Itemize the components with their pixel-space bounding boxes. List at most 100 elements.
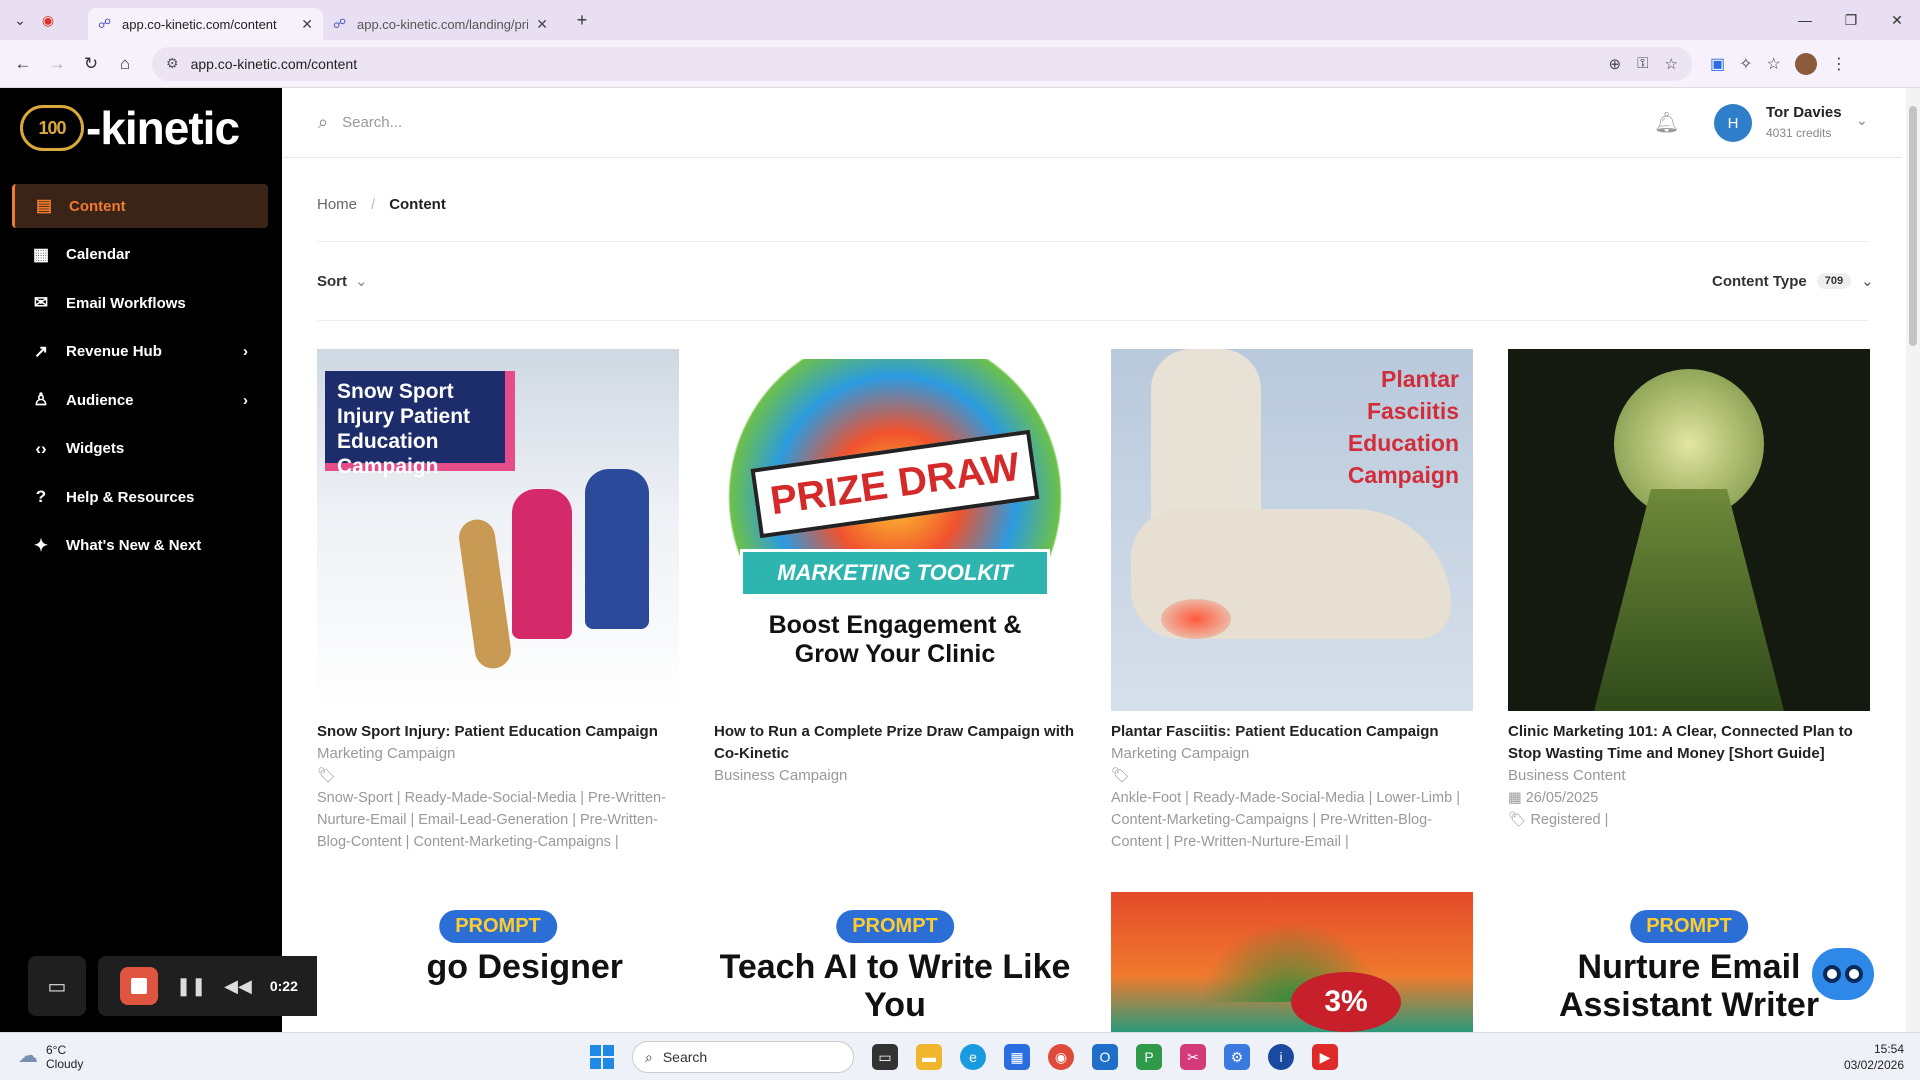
edge-icon[interactable]: e <box>960 1044 986 1070</box>
chevron-down-icon[interactable]: ⌄ <box>1856 112 1868 129</box>
bookmarks-icon[interactable]: ☆ <box>1767 54 1781 74</box>
content-card[interactable]: Plantar Fasciitis Education Campaign Pla… <box>1111 349 1473 853</box>
sidebar-item-whats-new[interactable]: ✦ What's New & Next <box>12 524 268 568</box>
breadcrumb-home[interactable]: Home <box>317 196 357 213</box>
content-card[interactable]: Snow Sport Injury Patient Education Camp… <box>317 349 679 853</box>
camera-toggle-button[interactable]: ▭ <box>28 956 86 1016</box>
browser-tab-inactive[interactable]: ☍ app.co-kinetic.com/landing/pri ✕ <box>323 8 558 40</box>
card-thumbnail[interactable]: PROMPT go Designer <box>317 892 679 1032</box>
card-date-value: 26/05/2025 <box>1525 790 1599 806</box>
system-clock[interactable]: 15:54 03/02/2026 <box>1844 1041 1904 1073</box>
card-title[interactable]: How to Run a Complete Prize Draw Campaig… <box>714 721 1076 765</box>
card-thumbnail[interactable]: 3% <box>1111 892 1473 1032</box>
chat-assistant-button[interactable] <box>1812 948 1874 1000</box>
clock-date: 03/02/2026 <box>1843 1058 1904 1072</box>
restore-icon[interactable]: ❐ <box>1828 0 1874 40</box>
task-view-icon[interactable]: ▭ <box>872 1044 898 1070</box>
user-avatar[interactable]: H <box>1714 104 1752 142</box>
outlook-icon[interactable]: O <box>1092 1044 1118 1070</box>
content-card[interactable]: PROMPT go Designer <box>317 892 679 1032</box>
puzzle-icon[interactable]: ✧ <box>1739 54 1752 74</box>
close-window-icon[interactable]: ✕ <box>1874 0 1920 40</box>
card-thumbnail[interactable] <box>1508 349 1870 711</box>
site-info-icon[interactable]: ⚙ <box>166 55 179 72</box>
search-box[interactable]: ⌕ Search... <box>318 112 402 133</box>
card-thumbnail[interactable]: Snow Sport Injury Patient Education Camp… <box>317 349 679 711</box>
sidebar-item-label: Revenue Hub <box>66 343 162 360</box>
settings-icon[interactable]: ⚙ <box>1224 1044 1250 1070</box>
sidebar-item-revenue-hub[interactable]: ↗ Revenue Hub › <box>12 330 268 374</box>
zoom-icon[interactable]: ⊕ <box>1609 55 1622 73</box>
chrome-icon[interactable]: ◉ <box>1048 1044 1074 1070</box>
pain-point-graphic <box>1161 599 1231 639</box>
card-thumbnail[interactable]: PRIZE DRAW MARKETING TOOLKIT Boost Engag… <box>714 349 1076 711</box>
content-card[interactable]: PROMPT Teach AI to Write Like You <box>714 892 1076 1032</box>
new-tab-icon[interactable]: + <box>568 6 596 34</box>
co-kinetic-logo[interactable]: 100 -kinetic <box>20 100 240 156</box>
thumbnail-title: go Designer <box>426 948 623 986</box>
reload-icon[interactable]: ↻ <box>74 47 108 81</box>
record-indicator-icon: ◉ <box>41 11 55 28</box>
percent-text: 3% <box>1324 985 1368 1018</box>
user-name[interactable]: Tor Davies <box>1766 104 1842 121</box>
content-card[interactable]: 3% <box>1111 892 1473 1032</box>
profile-avatar[interactable] <box>1794 52 1817 75</box>
card-thumbnail[interactable]: Plantar Fasciitis Education Campaign <box>1111 349 1473 711</box>
stop-recording-button[interactable] <box>120 967 158 1005</box>
sidebar-item-email-workflows[interactable]: ✉ Email Workflows <box>12 281 268 325</box>
browser-tab-active[interactable]: ☍ app.co-kinetic.com/content ✕ <box>88 8 323 40</box>
password-key-icon[interactable]: ⚿ <box>1637 55 1648 73</box>
sort-dropdown[interactable]: Sort ⌄ <box>317 272 368 291</box>
forward-icon[interactable]: → <box>40 47 74 81</box>
windows-start-icon[interactable] <box>590 1045 614 1069</box>
card-title[interactable]: Clinic Marketing 101: A Clear, Connected… <box>1508 721 1870 765</box>
file-explorer-icon[interactable]: ▬ <box>916 1044 942 1070</box>
store-icon[interactable]: ▦ <box>1004 1044 1030 1070</box>
menu-dots-icon[interactable]: ⋮ <box>1831 54 1847 74</box>
sidebar-item-audience[interactable]: ♙ Audience › <box>12 378 268 422</box>
search-input[interactable]: Search... <box>342 114 402 131</box>
taskbar-search[interactable]: ⌕ Search <box>632 1041 854 1073</box>
sidebar-item-help-resources[interactable]: ? Help & Resources <box>12 475 268 519</box>
extension-icon[interactable]: ▣ <box>1710 54 1725 74</box>
sidebar-item-content[interactable]: ▤ Content <box>12 184 268 228</box>
project-icon[interactable]: P <box>1136 1044 1162 1070</box>
snowboarder-figure <box>512 489 572 639</box>
back-icon[interactable]: ← <box>6 47 40 81</box>
search-icon: ⌕ <box>645 1048 653 1065</box>
sort-label: Sort <box>317 272 347 290</box>
bookmark-star-icon[interactable]: ☆ <box>1665 55 1678 73</box>
address-bar[interactable]: ⚙ app.co-kinetic.com/content ⊕ ⚿ ☆ <box>152 46 1692 81</box>
breadcrumb-separator: / <box>371 196 376 213</box>
content-card[interactable]: PRIZE DRAW MARKETING TOOLKIT Boost Engag… <box>714 349 1076 787</box>
youtube-icon[interactable]: ▶ <box>1312 1044 1338 1070</box>
page-scrollbar[interactable] <box>1906 88 1920 1032</box>
tag-icon: 🏷︎ <box>1111 767 1131 784</box>
close-tab-icon[interactable]: ✕ <box>301 16 313 33</box>
card-title[interactable]: Snow Sport Injury: Patient Education Cam… <box>317 721 679 743</box>
content-card[interactable]: Clinic Marketing 101: A Clear, Connected… <box>1508 349 1870 831</box>
sidebar-item-label: Widgets <box>66 440 125 457</box>
card-thumbnail[interactable]: PROMPT Teach AI to Write Like You <box>714 892 1076 1032</box>
sidebar-item-widgets[interactable]: ‹› Widgets <box>12 427 268 471</box>
sparkle-icon: ✦ <box>33 535 49 555</box>
pause-icon[interactable]: ❚❚ <box>176 976 206 997</box>
card-title[interactable]: Plantar Fasciitis: Patient Education Cam… <box>1111 721 1473 743</box>
thumbnail-title: Teach AI to Write Like You <box>719 948 1071 1024</box>
rewind-icon[interactable]: ◀◀ <box>224 976 252 997</box>
chevron-right-icon[interactable]: › <box>243 343 248 360</box>
snipping-tool-icon[interactable]: ✂ <box>1180 1044 1206 1070</box>
scrollbar-thumb[interactable] <box>1909 106 1917 346</box>
tab-list-icon[interactable]: ⌄ <box>6 6 34 34</box>
close-tab-icon[interactable]: ✕ <box>536 16 548 33</box>
password-manager-icon[interactable]: i <box>1268 1044 1294 1070</box>
weather-widget[interactable]: ☁ 6°C Cloudy <box>18 1043 83 1071</box>
minimize-icon[interactable]: — <box>1782 0 1828 40</box>
sidebar-item-calendar[interactable]: ▦ Calendar <box>12 233 268 277</box>
chevron-down-icon[interactable]: ⌄ <box>1861 272 1874 290</box>
card-type: Business Campaign <box>714 767 848 784</box>
notification-bell-icon[interactable]: 🔔︎ <box>1654 110 1679 135</box>
home-icon[interactable]: ⌂ <box>108 47 142 81</box>
chevron-right-icon[interactable]: › <box>243 392 248 409</box>
content-type-filter[interactable]: Content Type 709 ⌄ <box>1712 272 1874 291</box>
